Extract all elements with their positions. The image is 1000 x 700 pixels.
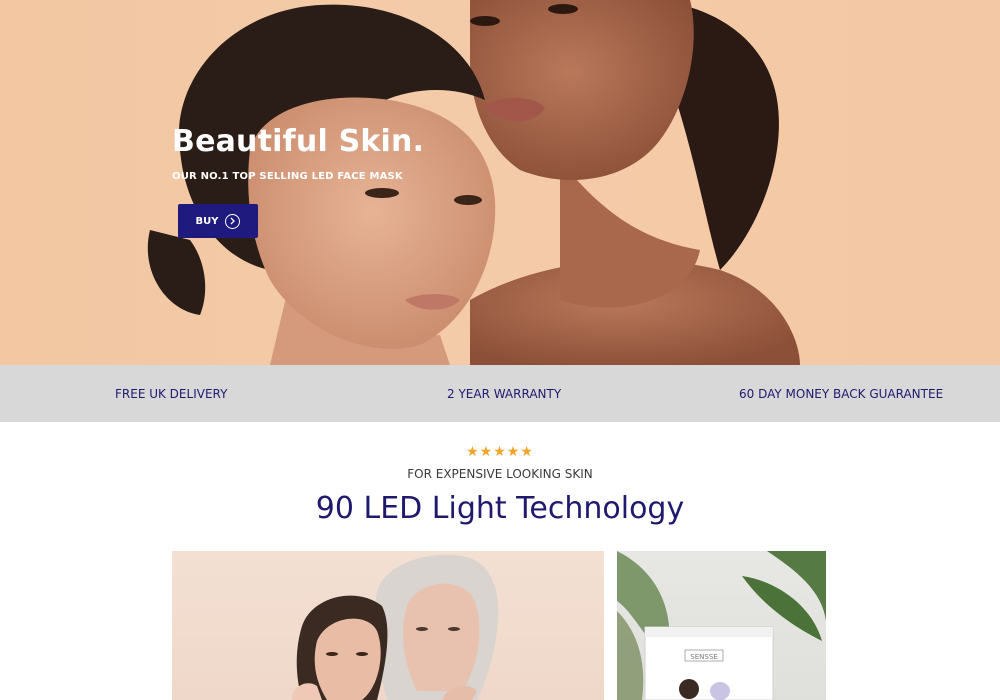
models-photo	[292, 554, 499, 700]
hero-banner: Beautiful Skin. OUR NO.1 TOP SELLING LED…	[0, 0, 1000, 365]
product-image-card: SENSSE	[617, 551, 826, 700]
models-image-card	[172, 551, 604, 700]
hero-title: Beautiful Skin.	[172, 124, 425, 159]
section-eyebrow: FOR EXPENSIVE LOOKING SKIN	[407, 467, 593, 481]
product-photo: SENSSE	[617, 551, 826, 700]
hero-subtitle: OUR NO.1 TOP SELLING LED FACE MASK	[172, 171, 403, 182]
section-title: 90 LED Light Technology	[315, 491, 685, 526]
star-rating: ★★★★★	[466, 444, 534, 460]
usp-free-delivery: FREE UK DELIVERY	[115, 387, 228, 401]
product-brand-label: SENSSE	[690, 653, 717, 661]
buy-button[interactable]: BUY	[178, 204, 258, 238]
chevron-right-circle-icon	[225, 213, 241, 229]
hero-models-photo	[147, 0, 800, 365]
usp-warranty: 2 YEAR WARRANTY	[447, 387, 562, 401]
usp-money-back: 60 DAY MONEY BACK GUARANTEE	[739, 387, 944, 401]
buy-button-label: BUY	[195, 215, 219, 227]
usp-bar: FREE UK DELIVERY 2 YEAR WARRANTY 60 DAY …	[0, 365, 1000, 422]
